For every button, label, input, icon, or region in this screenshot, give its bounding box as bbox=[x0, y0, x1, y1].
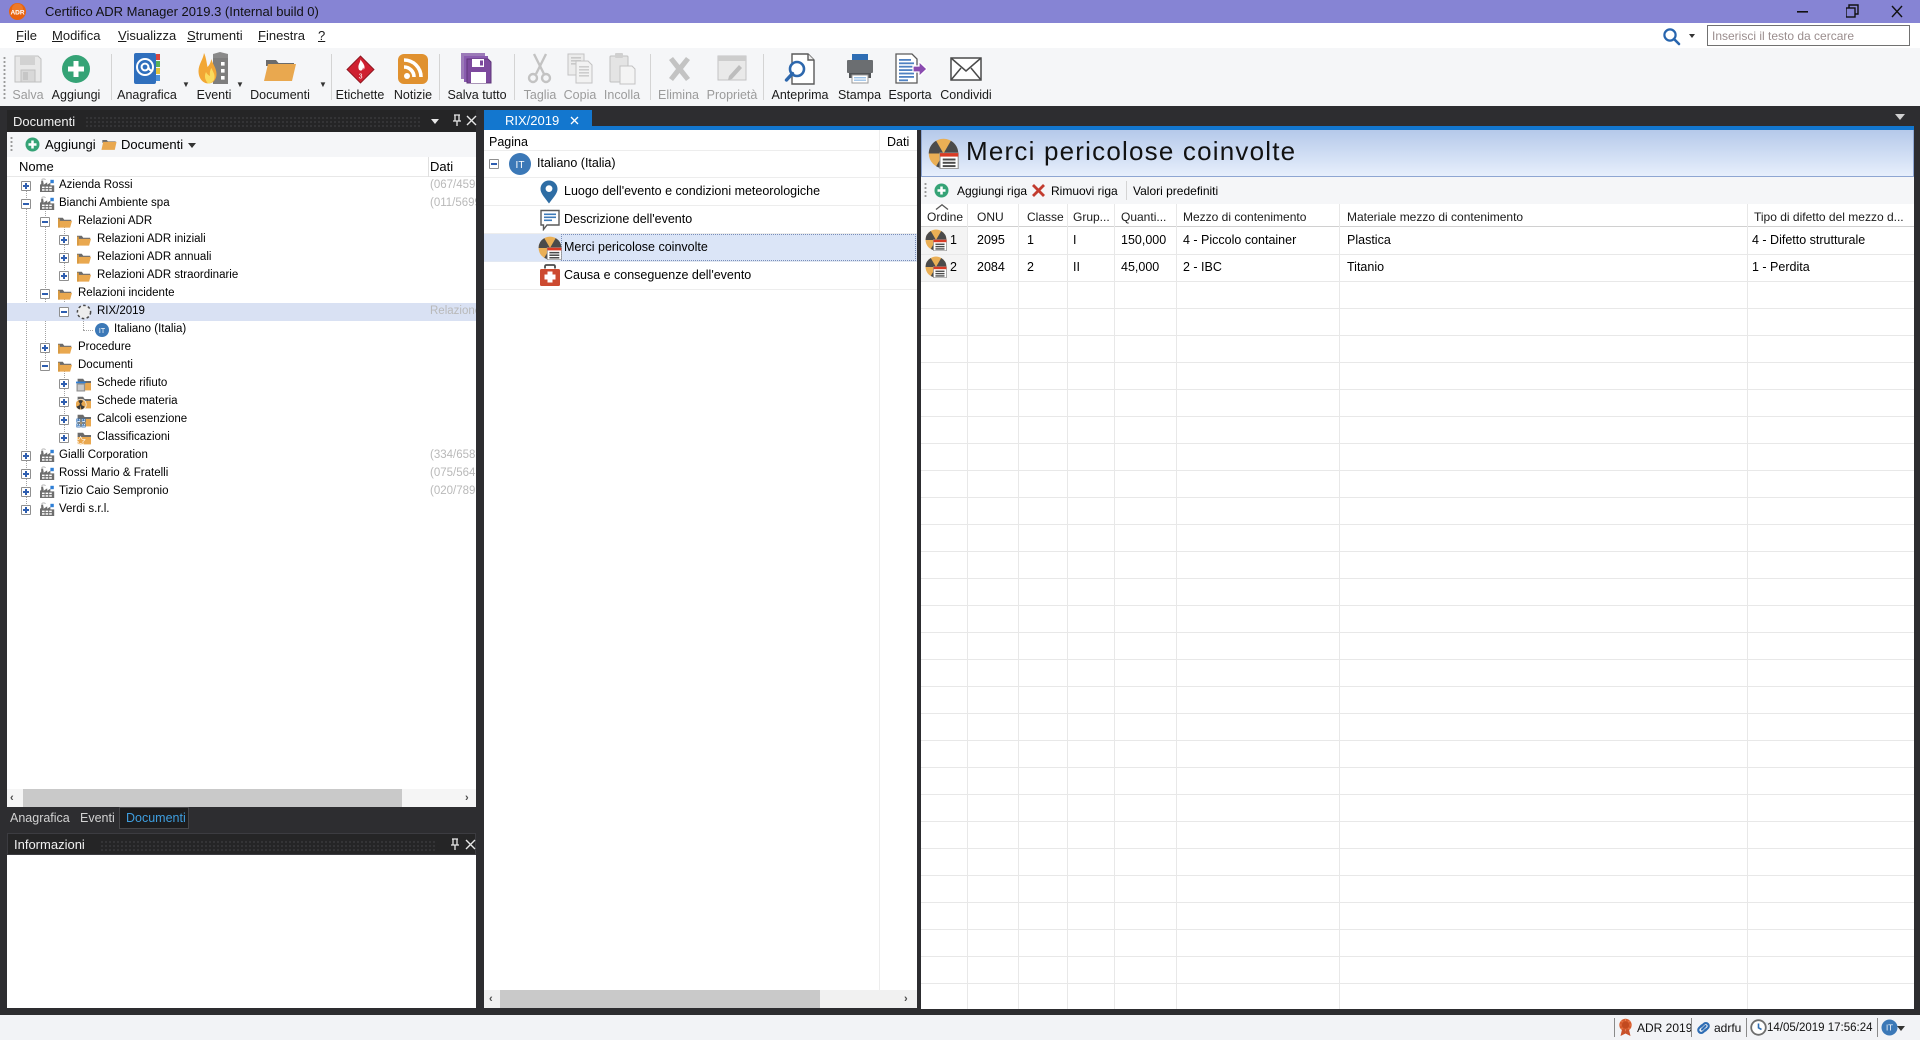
svg-text:IT: IT bbox=[516, 160, 525, 171]
svg-text:IT: IT bbox=[99, 328, 106, 335]
svg-text:ADR: ADR bbox=[10, 10, 24, 17]
svg-text:3: 3 bbox=[359, 74, 363, 81]
svg-text:IT: IT bbox=[1886, 1024, 1893, 1033]
